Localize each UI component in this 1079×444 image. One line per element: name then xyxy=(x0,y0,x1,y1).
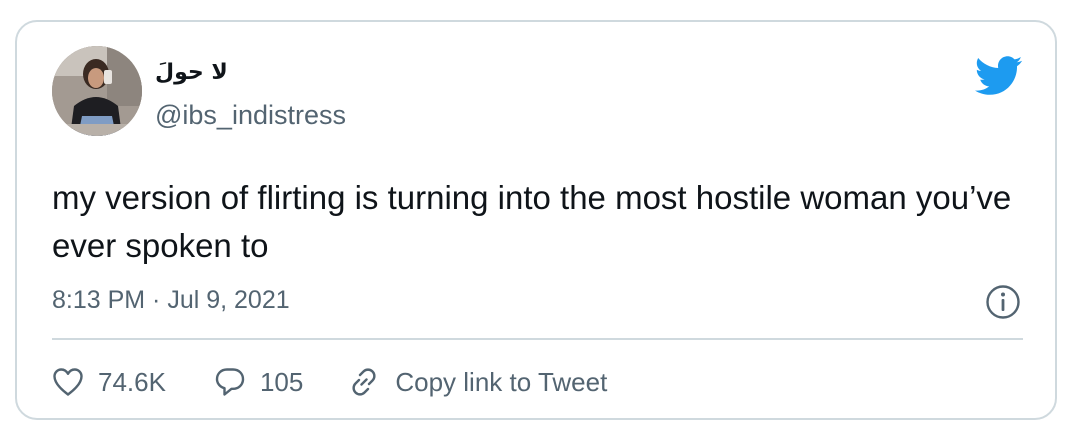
reply-count: 105 xyxy=(259,366,304,397)
heart-icon xyxy=(53,368,83,396)
like-count: 74.6K xyxy=(98,366,166,397)
speech-bubble-icon xyxy=(215,368,245,396)
divider xyxy=(52,338,1023,340)
info-icon[interactable] xyxy=(985,284,1021,320)
tweet-actions-bar: 74.6K 105 Copy link to Tweet xyxy=(52,362,607,402)
tweet-text: my version of flirting is turning into t… xyxy=(52,179,1012,264)
copy-link-label: Copy link to Tweet xyxy=(395,366,608,397)
avatar[interactable] xyxy=(52,46,142,136)
tweet-timestamp[interactable]: 8:13 PM · Jul 9, 2021 xyxy=(52,286,290,315)
avatar-photo-image xyxy=(52,46,142,136)
like-button[interactable]: 74.6K xyxy=(52,367,166,398)
reply-button[interactable]: 105 xyxy=(214,366,303,398)
link-icon xyxy=(352,368,376,396)
copy-link-button[interactable]: Copy link to Tweet xyxy=(347,365,607,399)
tweet-card[interactable]: لا حولَ @ibs_indistress my version of fl… xyxy=(15,20,1057,420)
user-handle[interactable]: @ibs_indistress xyxy=(155,100,346,131)
twitter-bird-icon[interactable] xyxy=(975,56,1023,96)
display-name[interactable]: لا حولَ xyxy=(155,60,228,85)
